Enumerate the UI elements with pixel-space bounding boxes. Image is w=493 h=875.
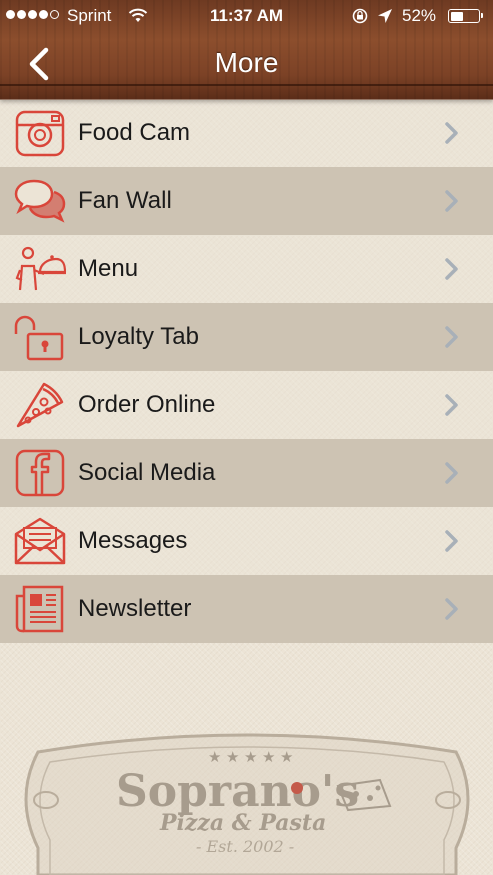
rotation-lock-icon: [352, 8, 368, 24]
battery-icon: [448, 9, 483, 23]
menu-item-order-online[interactable]: Order Online: [0, 371, 493, 439]
menu-item-loyalty-tab[interactable]: Loyalty Tab: [0, 303, 493, 371]
chevron-right-icon: [445, 326, 458, 348]
menu-item-label: Order Online: [78, 391, 216, 418]
more-menu-list: Food Cam Fan Wall Menu Loyalty Tab Order…: [0, 99, 493, 643]
menu-item-social-media[interactable]: Social Media: [0, 439, 493, 507]
status-bar: Sprint 11:37 AM 52%: [0, 0, 493, 32]
sopranos-logo: ★ ★ ★ ★ ★ Soprano's Pizza & Pasta - Est.…: [24, 733, 470, 875]
top-navigation-bar: Sprint 11:37 AM 52% More: [0, 0, 493, 100]
svg-text:★: ★: [208, 748, 221, 766]
waiter-icon: [15, 246, 66, 291]
page-title: More: [214, 47, 279, 78]
svg-text:★: ★: [262, 748, 275, 766]
camera-icon: [15, 110, 65, 157]
menu-item-label: Messages: [78, 527, 188, 554]
menu-item-menu[interactable]: Menu: [0, 235, 493, 303]
svg-text:Pizza & Pasta: Pizza & Pasta: [159, 810, 326, 836]
chevron-right-icon: [445, 462, 458, 484]
pizza-slice-icon: [16, 382, 64, 428]
menu-item-fan-wall[interactable]: Fan Wall: [0, 167, 493, 235]
chevron-right-icon: [445, 598, 458, 620]
menu-item-label: Fan Wall: [78, 187, 172, 214]
menu-item-label: Social Media: [78, 459, 216, 486]
chevron-right-icon: [445, 394, 458, 416]
newspaper-icon: [15, 585, 64, 633]
facebook-icon: [15, 449, 65, 497]
unlock-icon: [14, 315, 64, 361]
menu-item-label: Newsletter: [78, 595, 192, 622]
chevron-right-icon: [445, 258, 458, 280]
svg-text:- Est. 2002 -: - Est. 2002 -: [196, 837, 294, 856]
svg-text:★: ★: [226, 748, 239, 766]
menu-item-label: Food Cam: [78, 119, 191, 146]
battery-percent: 52%: [402, 6, 437, 25]
menu-item-label: Menu: [78, 255, 139, 282]
chat-bubbles-icon: [14, 179, 66, 223]
envelope-icon: [14, 517, 66, 565]
chevron-right-icon: [445, 190, 458, 212]
chevron-right-icon: [445, 530, 458, 552]
menu-item-label: Loyalty Tab: [78, 323, 199, 350]
menu-item-food-cam[interactable]: Food Cam: [0, 99, 493, 167]
menu-item-messages[interactable]: Messages: [0, 507, 493, 575]
svg-text:★: ★: [280, 748, 293, 766]
location-arrow-icon: [378, 9, 392, 23]
menu-item-newsletter[interactable]: Newsletter: [0, 575, 493, 643]
chevron-right-icon: [445, 122, 458, 144]
svg-text:★: ★: [244, 748, 257, 766]
